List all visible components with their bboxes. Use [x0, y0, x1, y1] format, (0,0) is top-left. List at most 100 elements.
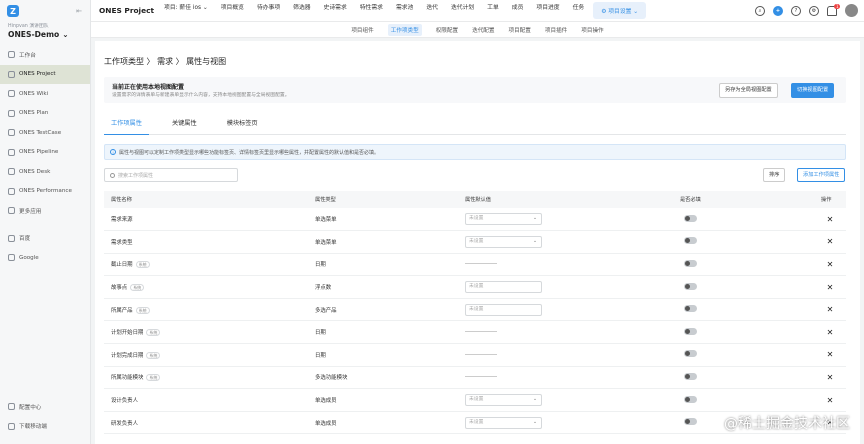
- required-cell: [673, 389, 814, 412]
- delete-icon[interactable]: ✕: [814, 208, 846, 231]
- default-value-select[interactable]: 未设置 ⌄: [465, 416, 542, 429]
- tab-2[interactable]: 模块标签页: [220, 119, 265, 135]
- attr-type: 日期: [315, 262, 326, 269]
- org-name[interactable]: ONES-Demo ⌄: [0, 29, 90, 45]
- subnav-item[interactable]: 项目插件: [545, 26, 567, 34]
- top-menu-item[interactable]: 项目进度: [536, 2, 559, 19]
- add-attribute-button[interactable]: 添加工作项属性: [797, 168, 846, 182]
- sidebar-item-ones-plan[interactable]: ONES Plan: [0, 104, 90, 124]
- top-menu-item[interactable]: 史诗需求: [324, 2, 347, 19]
- collapse-icon[interactable]: ⇤: [76, 7, 82, 15]
- required-toggle[interactable]: [684, 418, 697, 426]
- attribute-table: 属性名称 属性类型 属性默认值 是否必填 操作 需求来源 单选菜单 未设置 ⌄ ✕ 需求类…: [104, 191, 846, 434]
- delete-icon[interactable]: ✕: [814, 253, 846, 276]
- sidebar-item-label: ONES Performance: [19, 188, 72, 195]
- top-menu-item[interactable]: 迭代计划: [451, 2, 474, 19]
- tabs: 工作项属性 关键属性 模块标签页: [104, 119, 846, 135]
- required-toggle[interactable]: [684, 282, 697, 290]
- top-menu-item[interactable]: 待办事项: [257, 2, 280, 19]
- search-placeholder: 搜索工作项属性: [118, 172, 154, 179]
- empty-default: [465, 331, 497, 333]
- delete-icon[interactable]: ✕: [814, 276, 846, 299]
- info-icon: i: [110, 149, 116, 155]
- project-settings-menu[interactable]: ⚙ 项目设置 ⌄: [593, 2, 647, 19]
- subnav-item[interactable]: 权限配置: [436, 26, 458, 34]
- top-menu-item[interactable]: 项目概览: [221, 2, 244, 19]
- switch-view-config-button[interactable]: 切换视图配置: [791, 83, 835, 98]
- required-toggle[interactable]: [684, 305, 697, 313]
- top-menu-item[interactable]: 需求池: [396, 2, 413, 19]
- subnav-item[interactable]: 项目操作: [581, 26, 603, 34]
- sidebar-bottom: 配置中心下载移动端: [0, 397, 91, 436]
- search-input[interactable]: 搜索工作项属性: [104, 168, 238, 182]
- required-toggle[interactable]: [684, 395, 697, 403]
- sidebar-item-label: ONES Desk: [19, 168, 51, 175]
- settings-icon: [8, 403, 15, 411]
- default-value-select[interactable]: 未设置 ⌄: [465, 394, 542, 407]
- required-toggle[interactable]: [684, 214, 697, 222]
- attr-default-cell: 未设置: [458, 298, 673, 321]
- delete-icon[interactable]: ✕: [814, 298, 846, 321]
- table-body: 需求来源 单选菜单 未设置 ⌄ ✕ 需求类型 单选菜单 未设置 ⌄ ✕ 截止日期 系统 日期 ✕ 故事点 系统…: [104, 208, 846, 434]
- sidebar-item-百度[interactable]: 百度: [0, 229, 90, 249]
- sidebar-item-label: ONES TestCase: [19, 129, 62, 136]
- required-toggle[interactable]: [684, 237, 697, 245]
- sidebar-item-更多应用[interactable]: 更多应用: [0, 201, 90, 221]
- sidebar-item-google[interactable]: Google: [0, 248, 90, 268]
- ones-logo-icon[interactable]: Z: [7, 5, 19, 17]
- attr-name: 所属产品: [111, 307, 133, 314]
- sidebar-item-下载移动端[interactable]: 下载移动端: [0, 417, 91, 437]
- subnav-item[interactable]: 工作项类型: [387, 23, 422, 36]
- sort-button[interactable]: 排序: [763, 168, 786, 182]
- sidebar-item-label: ONES Wiki: [19, 90, 49, 97]
- tab-1[interactable]: 关键属性: [165, 119, 204, 135]
- delete-icon[interactable]: ✕: [814, 231, 846, 254]
- help-icon[interactable]: ?: [791, 5, 801, 16]
- chevron-down-icon: ⌄: [532, 216, 537, 222]
- top-menu-item[interactable]: 特性需求: [360, 2, 383, 19]
- required-cell: [673, 366, 814, 389]
- required-toggle[interactable]: [684, 259, 697, 267]
- avatar[interactable]: [845, 4, 858, 17]
- tab-0[interactable]: 工作项属性: [104, 119, 149, 135]
- required-toggle[interactable]: [684, 327, 697, 335]
- sidebar-item-ones-project[interactable]: ONES Project: [0, 64, 90, 84]
- org-name-text: ONES-Demo: [8, 30, 60, 39]
- sidebar-item-配置中心[interactable]: 配置中心: [0, 397, 91, 417]
- search-icon[interactable]: ⌕: [755, 5, 765, 16]
- delete-icon[interactable]: ✕: [814, 389, 846, 412]
- table-row: 设计负责人 单选成员 未设置 ⌄ ✕: [104, 389, 846, 412]
- delete-icon[interactable]: ✕: [814, 344, 846, 367]
- sidebar-item-工作台[interactable]: 工作台: [0, 45, 90, 65]
- default-value-select[interactable]: 未设置 ⌄: [465, 235, 542, 248]
- top-menu-item[interactable]: 迭代: [426, 2, 438, 19]
- subnav-item[interactable]: 项目配置: [508, 26, 530, 34]
- default-value-input[interactable]: 未设置: [465, 281, 542, 294]
- table-row: 计划开始日期 系统 日期 ✕: [104, 321, 846, 344]
- table-row: 需求来源 单选菜单 未设置 ⌄ ✕: [104, 208, 846, 231]
- gear-icon[interactable]: ⚙: [809, 5, 819, 16]
- subnav-item[interactable]: 项目组件: [351, 26, 373, 34]
- sidebar-item-ones-performance[interactable]: ONES Performance: [0, 182, 90, 202]
- delete-icon[interactable]: ✕: [814, 321, 846, 344]
- add-icon[interactable]: +: [773, 5, 783, 16]
- required-toggle[interactable]: [684, 372, 697, 380]
- sidebar-item-ones-desk[interactable]: ONES Desk: [0, 162, 90, 182]
- subnav-item[interactable]: 迭代配置: [472, 26, 494, 34]
- app-title[interactable]: ONES Project: [99, 6, 154, 15]
- sidebar-item-label: 配置中心: [19, 404, 42, 411]
- save-as-global-button[interactable]: 另存为全局视图配置: [719, 83, 778, 98]
- sidebar-item-ones-pipeline[interactable]: ONES Pipeline: [0, 143, 90, 163]
- default-value-select[interactable]: 未设置 ⌄: [465, 213, 542, 226]
- required-toggle[interactable]: [684, 350, 697, 358]
- sidebar-item-ones-testcase[interactable]: ONES TestCase: [0, 123, 90, 143]
- top-menu-item[interactable]: 筛选器: [293, 2, 310, 19]
- default-value-input[interactable]: 未设置: [465, 303, 542, 316]
- top-menu-item[interactable]: 工单: [487, 2, 499, 19]
- sidebar-item-ones-wiki[interactable]: ONES Wiki: [0, 84, 90, 104]
- delete-icon[interactable]: ✕: [814, 366, 846, 389]
- top-menu-item[interactable]: 成员: [512, 2, 524, 19]
- top-menu-item[interactable]: 任务: [573, 2, 585, 19]
- top-menu-item[interactable]: 项目: 薪佳 ios ⌄: [164, 2, 208, 19]
- bell-icon[interactable]: 1: [827, 3, 840, 16]
